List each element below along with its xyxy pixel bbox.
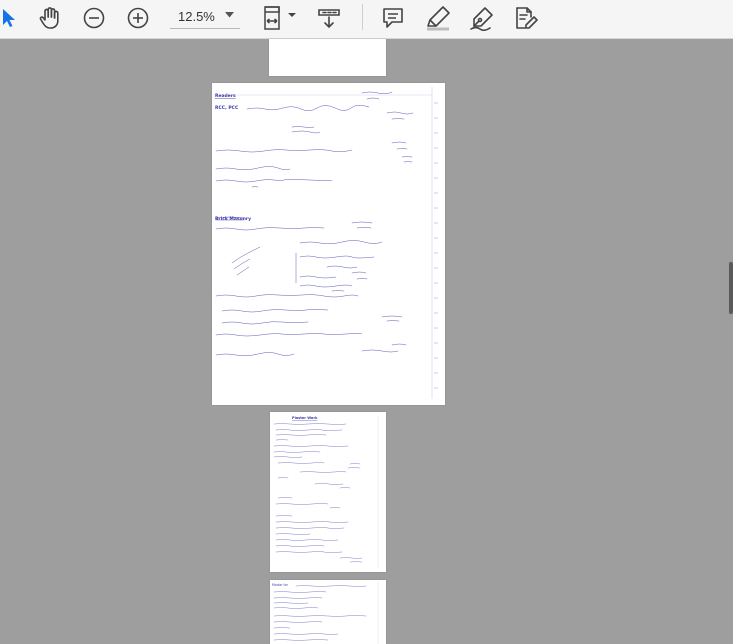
page-heading: Mortar for (272, 583, 289, 587)
comment-icon (383, 8, 403, 28)
handwriting-scribbles (273, 423, 363, 563)
fill-sign-icon (516, 7, 538, 29)
pen-icon (470, 7, 493, 31)
fit-width-icon (264, 6, 296, 30)
fit-page-button[interactable] (262, 2, 298, 34)
hand-tool-button[interactable] (36, 2, 64, 34)
section-heading: Brick Masonry (215, 216, 251, 222)
page-heading: Plaster Work (292, 416, 318, 420)
fill-sign-button[interactable] (512, 2, 540, 34)
hand-icon (39, 7, 59, 29)
draw-button[interactable] (468, 2, 496, 34)
handwritten-page-content: Plaster Work (273, 416, 379, 568)
cursor-arrow-icon (3, 9, 15, 27)
handwritten-page-content: Mortar for (272, 582, 379, 644)
handwritten-page-content: Readers RCC, PCC Brick Masonry (214, 87, 438, 399)
pdf-page-thumbnail-4[interactable]: Mortar for (270, 580, 386, 644)
select-tool-button[interactable] (0, 2, 18, 34)
pdf-page-thumbnail-2[interactable]: Readers RCC, PCC Brick Masonry (212, 83, 445, 405)
zoom-out-icon (83, 7, 105, 29)
toolbar: 12.5% (0, 0, 733, 39)
handwriting-scribbles (215, 91, 414, 357)
comment-button[interactable] (380, 2, 406, 34)
zoom-in-button[interactable] (125, 2, 151, 34)
pdf-page-thumbnail-3[interactable]: Plaster Work (270, 412, 386, 572)
page-heading: Readers (215, 93, 236, 99)
scroll-mode-button[interactable] (316, 2, 342, 34)
scroll-down-icon (318, 9, 340, 29)
zoom-level-dropdown[interactable]: 12.5% (170, 4, 240, 29)
vertical-scrollbar-thumb[interactable] (729, 262, 733, 314)
pdf-page-thumbnail-1[interactable] (269, 39, 386, 76)
highlighter-icon (427, 6, 450, 31)
zoom-out-button[interactable] (81, 2, 107, 34)
zoom-level-value: 12.5% (178, 8, 215, 24)
highlight-button[interactable] (424, 2, 452, 34)
handwriting-scribbles (273, 585, 367, 641)
zoom-in-icon (127, 7, 149, 29)
page-subheading: RCC, PCC (215, 105, 239, 111)
chevron-down-icon (225, 12, 234, 18)
toolbar-separator (362, 4, 363, 30)
